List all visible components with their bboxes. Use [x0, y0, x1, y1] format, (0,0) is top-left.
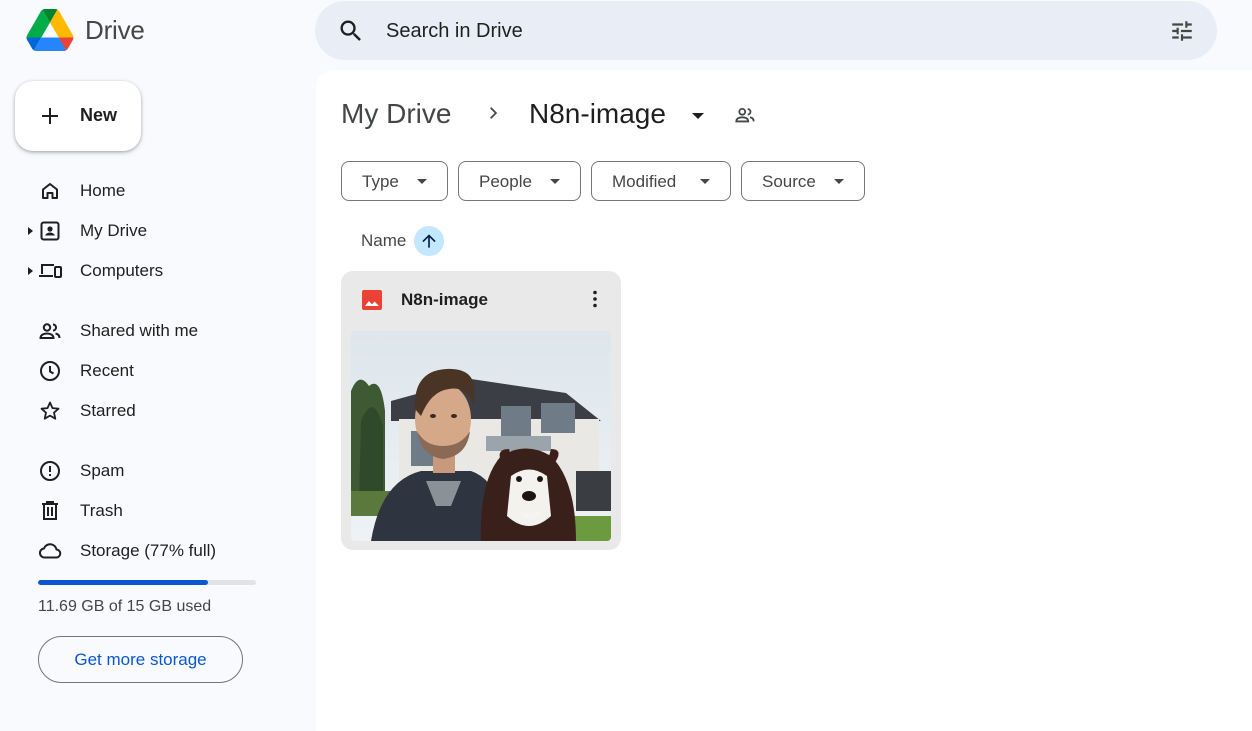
expand-arrow-icon[interactable]: [28, 227, 33, 235]
sidebar-item-trash[interactable]: Trash: [0, 493, 300, 529]
get-more-storage-button[interactable]: Get more storage: [38, 636, 243, 683]
home-icon: [42, 183, 58, 199]
folder-menu-caret-icon[interactable]: [692, 113, 704, 119]
star-icon: [40, 401, 60, 420]
sidebar-item-label: Starred: [80, 401, 136, 420]
main-content: My Drive N8n-image Type People Modified …: [316, 70, 1252, 731]
sidebar-item-computers[interactable]: Computers: [0, 253, 300, 289]
breadcrumb-my-drive[interactable]: My Drive: [341, 98, 451, 130]
clock-icon: [40, 361, 60, 381]
sidebar-item-home[interactable]: Home: [0, 173, 300, 209]
filter-people[interactable]: People: [458, 161, 581, 201]
trash-icon: [42, 501, 58, 520]
storage-used-text: 11.69 GB of 15 GB used: [38, 598, 212, 615]
app-name: Drive: [85, 14, 145, 45]
shared-folder-icon[interactable]: [734, 104, 756, 126]
filter-source[interactable]: Source: [741, 161, 865, 201]
filter-label: People: [479, 172, 532, 191]
sidebar-item-starred[interactable]: Starred: [0, 393, 300, 429]
dropdown-caret-icon: [700, 179, 710, 184]
sidebar-item-my-drive[interactable]: My Drive: [0, 213, 300, 249]
chevron-right-icon: [490, 107, 498, 119]
more-options-icon[interactable]: [583, 287, 607, 311]
storage-progress-bar: [38, 580, 256, 585]
file-thumbnail: [351, 331, 611, 541]
sidebar-item-label: My Drive: [80, 221, 148, 240]
filter-label: Modified: [612, 172, 677, 191]
sidebar-item-spam[interactable]: Spam: [0, 453, 300, 489]
people-icon: [39, 323, 61, 339]
new-button-label: New: [80, 105, 118, 125]
sidebar-item-label: Recent: [80, 361, 134, 380]
sidebar-item-shared-with-me[interactable]: Shared with me: [0, 313, 300, 349]
cloud-icon: [38, 543, 62, 559]
sidebar-item-label: Spam: [80, 461, 125, 480]
storage-progress-fill: [38, 580, 208, 585]
sidebar-item-label: Trash: [80, 501, 123, 520]
arrow-up-icon: [422, 234, 436, 248]
sidebar-item-label: Home: [80, 181, 126, 200]
sidebar-item-label: Storage (77% full): [80, 541, 217, 560]
breadcrumb-current-folder[interactable]: N8n-image: [529, 98, 666, 130]
dropdown-caret-icon: [834, 179, 844, 184]
filter-modified[interactable]: Modified: [591, 161, 731, 201]
search-input[interactable]: [386, 13, 1146, 49]
file-name: N8n-image: [401, 290, 488, 309]
dropdown-caret-icon: [550, 179, 560, 184]
drive-logo-icon: [26, 9, 74, 51]
filter-label: Source: [762, 172, 816, 191]
drive-logo[interactable]: Drive: [26, 9, 145, 51]
sidebar-item-recent[interactable]: Recent: [0, 353, 300, 389]
search-bar[interactable]: [315, 1, 1217, 60]
spam-icon: [40, 461, 60, 481]
plus-icon: [42, 108, 58, 124]
computers-icon: [39, 264, 62, 278]
image-file-icon: [362, 290, 382, 310]
sort-direction-button[interactable]: [414, 226, 444, 256]
dropdown-caret-icon: [417, 179, 427, 184]
file-card[interactable]: N8n-image: [341, 271, 621, 550]
sidebar-item-label: Shared with me: [80, 321, 199, 340]
search-icon[interactable]: [337, 17, 365, 45]
expand-arrow-icon[interactable]: [28, 267, 33, 275]
search-options-icon[interactable]: [1169, 18, 1195, 44]
new-button[interactable]: New: [15, 81, 141, 151]
my-drive-icon: [40, 221, 60, 241]
sort-by-name-label[interactable]: Name: [361, 231, 406, 251]
sidebar-item-label: Computers: [80, 261, 164, 280]
filter-type[interactable]: Type: [341, 161, 448, 201]
filter-label: Type: [362, 172, 399, 191]
sidebar-item-storage[interactable]: Storage (77% full): [0, 533, 300, 569]
